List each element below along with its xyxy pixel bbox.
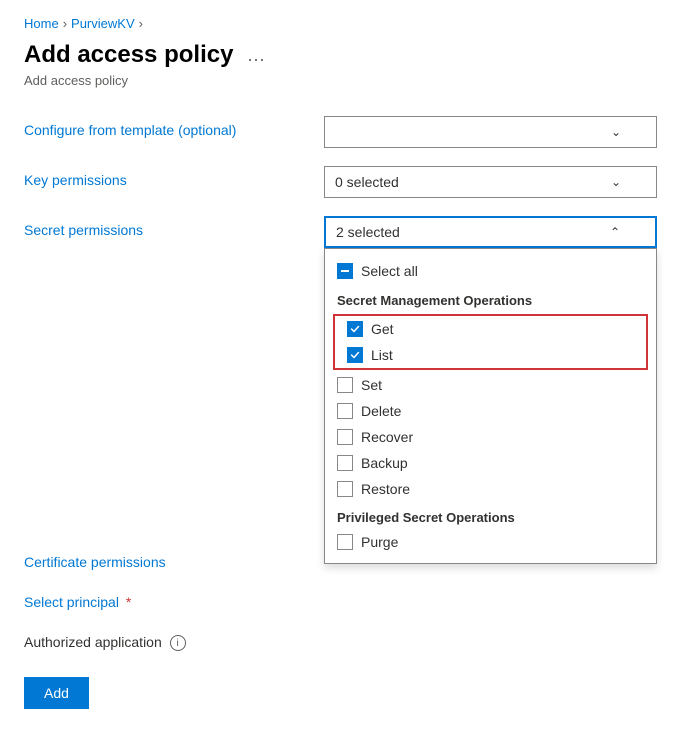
dropdown-panel-inner: Select all Secret Management Operations … xyxy=(325,249,656,563)
label-restore: Restore xyxy=(361,481,410,497)
section1-header: Secret Management Operations xyxy=(325,285,656,312)
label-backup: Backup xyxy=(361,455,408,471)
secret-permissions-dropdown[interactable]: 2 selected ⌃ xyxy=(324,216,657,248)
checkbox-delete[interactable] xyxy=(337,403,353,419)
form-section: Configure from template (optional) ⌄ Key… xyxy=(24,116,657,709)
label-list: List xyxy=(371,347,393,363)
authorized-app-label: Authorized application i xyxy=(24,628,324,651)
checkbox-list[interactable] xyxy=(347,347,363,363)
page-subtitle: Add access policy xyxy=(24,73,657,88)
checkbox-row-restore[interactable]: Restore xyxy=(325,476,656,502)
key-permissions-value: 0 selected xyxy=(335,174,399,190)
checkbox-set[interactable] xyxy=(337,377,353,393)
key-permissions-dropdown[interactable]: 0 selected ⌄ xyxy=(324,166,657,198)
breadcrumb-resource[interactable]: PurviewKV xyxy=(71,16,135,31)
section2-header: Privileged Secret Operations xyxy=(325,502,656,529)
label-recover: Recover xyxy=(361,429,413,445)
key-permissions-row: Key permissions 0 selected ⌄ xyxy=(24,166,657,198)
checkbox-row-set[interactable]: Set xyxy=(325,372,656,398)
certificate-permissions-link[interactable]: Certificate permissions xyxy=(24,554,166,570)
breadcrumb-sep-1: › xyxy=(63,16,67,31)
secret-permissions-dropdown-wrapper: 2 selected ⌃ Select all Secret Managemen… xyxy=(324,216,657,248)
configure-template-dropdown[interactable]: ⌄ xyxy=(324,116,657,148)
page-title: Add access policy xyxy=(24,41,233,69)
breadcrumb: Home › PurviewKV › xyxy=(24,16,657,31)
secret-permissions-chevron-icon: ⌃ xyxy=(605,225,625,239)
key-permissions-label: Key permissions xyxy=(24,166,324,188)
secret-permissions-link[interactable]: Secret permissions xyxy=(24,222,143,238)
select-all-row[interactable]: Select all xyxy=(325,257,656,285)
page-title-container: Add access policy ... xyxy=(24,41,657,69)
configure-chevron-icon: ⌄ xyxy=(606,125,626,139)
breadcrumb-home[interactable]: Home xyxy=(24,16,59,31)
select-principal-label: Select principal * xyxy=(24,588,324,610)
checkbox-restore[interactable] xyxy=(337,481,353,497)
checkbox-row-get[interactable]: Get xyxy=(335,316,646,342)
key-permissions-chevron-icon: ⌄ xyxy=(606,175,626,189)
checkbox-get[interactable] xyxy=(347,321,363,337)
checkbox-row-purge[interactable]: Purge xyxy=(325,529,656,555)
secret-permissions-value: 2 selected xyxy=(336,224,400,240)
add-button[interactable]: Add xyxy=(24,677,89,709)
authorized-app-row: Authorized application i xyxy=(24,628,657,651)
configure-template-row: Configure from template (optional) ⌄ xyxy=(24,116,657,148)
key-permissions-link[interactable]: Key permissions xyxy=(24,172,127,188)
checkbox-row-backup[interactable]: Backup xyxy=(325,450,656,476)
label-purge: Purge xyxy=(361,534,398,550)
certificate-permissions-label: Certificate permissions xyxy=(24,548,324,570)
ellipsis-button[interactable]: ... xyxy=(243,43,269,68)
select-all-checkbox[interactable] xyxy=(337,263,353,279)
authorized-app-text: Authorized application xyxy=(24,634,162,650)
secret-permissions-panel: Select all Secret Management Operations … xyxy=(324,248,657,564)
checkbox-purge[interactable] xyxy=(337,534,353,550)
key-permissions-dropdown-wrapper: 0 selected ⌄ xyxy=(324,166,657,198)
secret-permissions-row: Secret permissions 2 selected ⌃ Select a… xyxy=(24,216,657,248)
label-set: Set xyxy=(361,377,382,393)
checkbox-recover[interactable] xyxy=(337,429,353,445)
highlighted-group: Get List xyxy=(333,314,648,370)
add-button-row: Add xyxy=(24,669,657,709)
configure-template-label: Configure from template (optional) xyxy=(24,116,324,138)
checkbox-row-recover[interactable]: Recover xyxy=(325,424,656,450)
secret-permissions-label: Secret permissions xyxy=(24,216,324,238)
info-icon[interactable]: i xyxy=(170,635,186,651)
select-principal-row: Select principal * xyxy=(24,588,657,610)
select-principal-link[interactable]: Select principal xyxy=(24,594,119,610)
breadcrumb-sep-2: › xyxy=(139,16,143,31)
select-all-label: Select all xyxy=(361,263,418,279)
checkbox-row-delete[interactable]: Delete xyxy=(325,398,656,424)
label-delete: Delete xyxy=(361,403,401,419)
required-star: * xyxy=(126,594,131,610)
configure-template-link[interactable]: Configure from template (optional) xyxy=(24,122,236,138)
configure-template-dropdown-wrapper: ⌄ xyxy=(324,116,657,148)
checkbox-row-list[interactable]: List xyxy=(335,342,646,368)
label-get: Get xyxy=(371,321,394,337)
checkbox-backup[interactable] xyxy=(337,455,353,471)
